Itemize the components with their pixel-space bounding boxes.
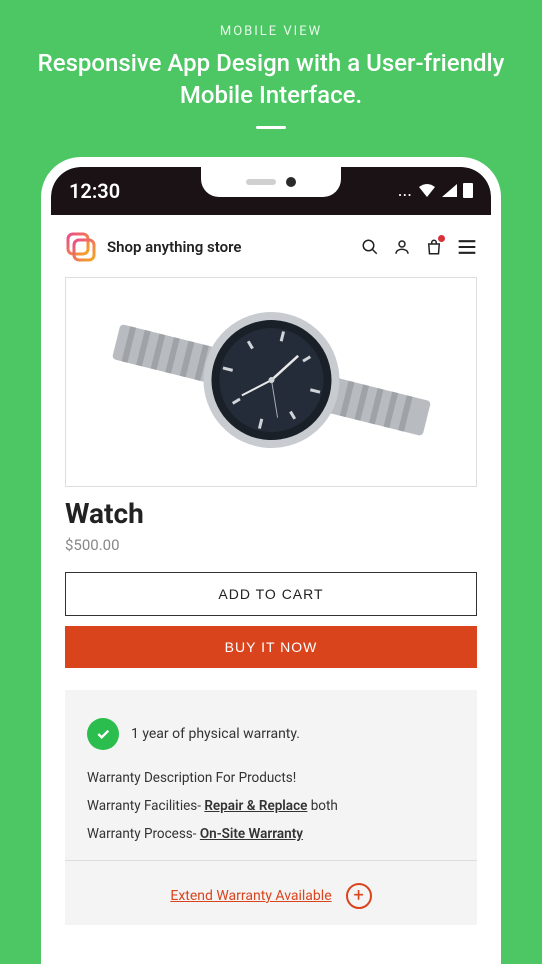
signal-icon (442, 184, 457, 197)
brand-logo-icon (65, 231, 97, 263)
extend-warranty-link[interactable]: Extend Warranty Available (170, 888, 331, 904)
add-to-cart-button[interactable]: ADD TO CART (65, 572, 477, 616)
cart-badge (438, 235, 445, 242)
onsite-warranty-link[interactable]: On-Site Warranty (200, 826, 303, 842)
warranty-facilities-label: Warranty Facilities- (87, 798, 204, 814)
status-dots: ... (398, 180, 412, 201)
warranty-facilities: Warranty Facilities- Repair & Replace bo… (87, 798, 455, 814)
brand-name: Shop anything store (107, 238, 241, 256)
camera-icon (286, 177, 296, 187)
warranty-process: Warranty Process- On-Site Warranty (87, 826, 455, 842)
warranty-facilities-suffix: both (307, 798, 337, 814)
account-button[interactable] (393, 238, 411, 256)
divider (256, 126, 286, 129)
speaker-icon (246, 179, 276, 185)
product-name: Watch (65, 497, 477, 530)
warranty-process-label: Warranty Process- (87, 826, 200, 842)
status-time: 12:30 (69, 179, 120, 203)
check-circle-icon (87, 718, 119, 750)
warranty-headline: 1 year of physical warranty. (131, 726, 300, 742)
hamburger-icon (457, 239, 477, 255)
status-bar: 12:30 ... (51, 167, 491, 215)
plus-circle-icon: + (346, 883, 372, 909)
extend-warranty-row[interactable]: Extend Warranty Available + (87, 861, 455, 919)
watch-illustration (91, 287, 451, 477)
battery-icon (463, 183, 473, 198)
search-button[interactable] (361, 238, 379, 256)
product-image[interactable] (65, 277, 477, 487)
phone-notch (201, 167, 341, 197)
menu-button[interactable] (457, 239, 477, 255)
buy-now-button[interactable]: BUY IT NOW (65, 626, 477, 668)
repair-replace-link[interactable]: Repair & Replace (204, 798, 307, 814)
app-header: Shop anything store (65, 227, 477, 277)
search-icon (361, 238, 379, 256)
warranty-panel: 1 year of physical warranty. Warranty De… (65, 690, 477, 925)
product-price: $500.00 (65, 536, 477, 554)
wifi-icon (418, 184, 436, 198)
user-icon (393, 238, 411, 256)
cart-button[interactable] (425, 237, 443, 257)
phone-frame: 12:30 ... Shop anythi (41, 157, 501, 964)
page-subtitle: MOBILE VIEW (0, 24, 542, 39)
screen: 12:30 ... Shop anythi (51, 167, 491, 964)
warranty-description: Warranty Description For Products! (87, 770, 455, 786)
page-title: Responsive App Design with a User-friend… (0, 47, 542, 112)
brand[interactable]: Shop anything store (65, 231, 241, 263)
